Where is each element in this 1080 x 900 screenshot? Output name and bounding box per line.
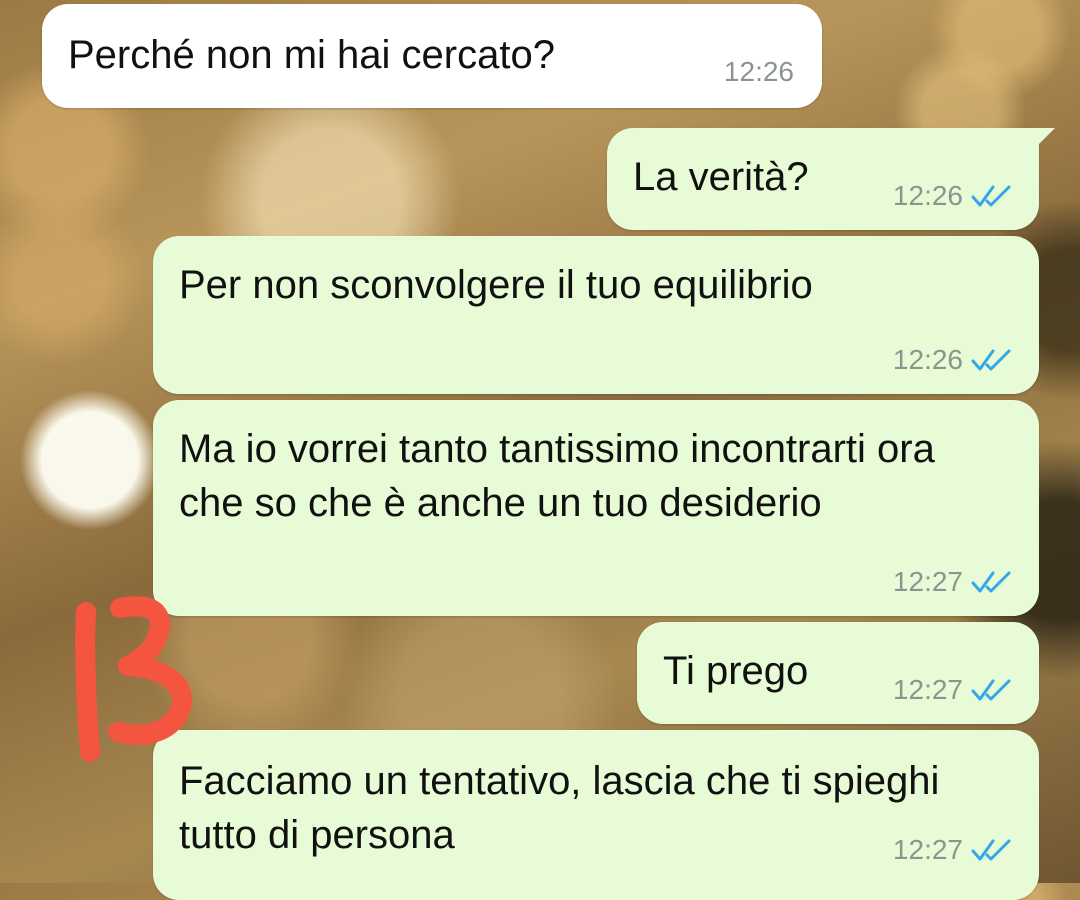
handwritten-annotation-13 (75, 596, 193, 762)
chat-screen: { "messages": [ { "id": "m1", "direction… (0, 0, 1080, 900)
